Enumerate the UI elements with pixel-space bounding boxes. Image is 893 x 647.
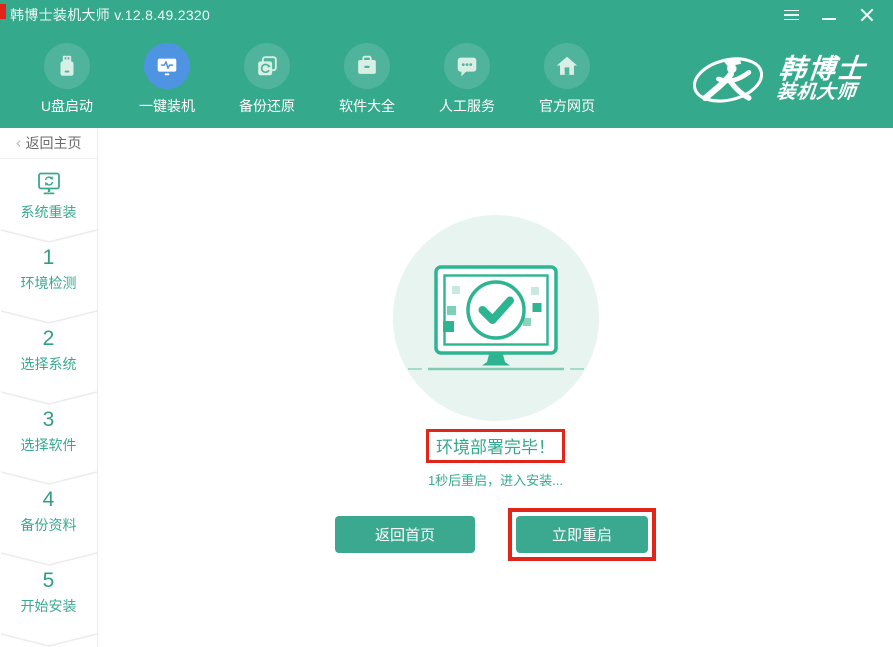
chat-bubble-icon — [444, 43, 490, 89]
header-nav: U盘启动 一键装机 备份还原 — [0, 30, 893, 128]
close-icon[interactable] — [857, 5, 877, 25]
minimize-icon[interactable] — [819, 5, 839, 25]
brand-logo: 韩博士 装机大师 — [690, 48, 865, 110]
nav-item-official-site[interactable]: 官方网页 — [517, 43, 617, 116]
usb-drive-icon — [44, 43, 90, 89]
nav-label: 备份还原 — [239, 96, 295, 116]
chevron-divider — [0, 228, 98, 243]
hanboshi-logo-mark — [690, 48, 766, 110]
countdown-message: 1秒后重启，进入安装... — [428, 470, 563, 489]
nav-item-backup-restore[interactable]: 备份还原 — [217, 43, 317, 116]
step-label: 选择软件 — [21, 435, 77, 455]
section-label: 系统重装 — [21, 202, 77, 222]
brand-subtitle: 装机大师 — [775, 83, 864, 103]
nav-label: U盘启动 — [41, 96, 93, 116]
red-corner-mark — [0, 4, 6, 19]
nav-label: 一键装机 — [139, 96, 195, 116]
chevron-divider — [0, 470, 98, 485]
nav-label: 人工服务 — [439, 96, 495, 116]
sidebar-section-system-reinstall: 系统重装 — [0, 159, 97, 228]
step-number: 5 — [43, 568, 55, 594]
action-buttons-row: 返回首页 立即重启 — [335, 508, 656, 561]
sidebar-step-4: 4 备份资料 — [0, 485, 97, 551]
step-number: 4 — [43, 487, 55, 513]
app-window: 韩博士装机大师 v.12.8.49.2320 U盘启动 — [0, 0, 893, 647]
sidebar: ‹ 返回主页 系统重装 1 环境检测 — [0, 128, 98, 647]
app-title: 韩博士装机大师 v.12.8.49.2320 — [0, 5, 210, 25]
step-number: 1 — [43, 245, 55, 271]
success-monitor-illustration — [393, 215, 599, 421]
status-message: 环境部署完毕！ — [436, 438, 555, 457]
step-label: 环境检测 — [21, 273, 77, 293]
menu-icon[interactable] — [781, 5, 801, 25]
monitor-refresh-icon — [34, 171, 64, 198]
nav-item-usb-boot[interactable]: U盘启动 — [17, 43, 117, 116]
titlebar: 韩博士装机大师 v.12.8.49.2320 — [0, 0, 893, 30]
sidebar-step-5: 5 开始安装 — [0, 566, 97, 632]
chevron-divider — [0, 551, 98, 566]
back-home-button[interactable]: 返回首页 — [335, 516, 475, 553]
chevron-divider — [0, 390, 98, 405]
sidebar-step-3: 3 选择软件 — [0, 405, 97, 471]
nav-item-one-click-install[interactable]: 一键装机 — [117, 43, 217, 116]
app-body: ‹ 返回主页 系统重装 1 环境检测 — [0, 128, 893, 647]
step-label: 备份资料 — [21, 515, 77, 535]
chevron-left-icon: ‹ — [16, 134, 22, 152]
brand-logo-text: 韩博士 装机大师 — [775, 55, 867, 103]
window-controls — [781, 5, 893, 25]
step-label: 开始安装 — [21, 596, 77, 616]
briefcase-icon — [344, 43, 390, 89]
monitor-pulse-icon — [144, 43, 190, 89]
step-number: 2 — [43, 326, 55, 352]
step-label: 选择系统 — [21, 354, 77, 374]
step-number: 3 — [43, 407, 55, 433]
home-icon — [544, 43, 590, 89]
back-label: 返回主页 — [26, 133, 82, 153]
back-to-home-link[interactable]: ‹ 返回主页 — [0, 128, 97, 159]
nav-label: 官方网页 — [539, 96, 595, 116]
backup-restore-icon — [244, 43, 290, 89]
nav-item-support[interactable]: 人工服务 — [417, 43, 517, 116]
restart-now-button[interactable]: 立即重启 — [516, 516, 648, 553]
brand-name: 韩博士 — [778, 55, 868, 83]
nav-label: 软件大全 — [339, 96, 395, 116]
main-content: 环境部署完毕！ 1秒后重启，进入安装... 返回首页 立即重启 — [98, 128, 893, 647]
chevron-divider — [0, 632, 98, 647]
annotation-box-restart: 立即重启 — [508, 508, 656, 561]
sidebar-step-2: 2 选择系统 — [0, 324, 97, 390]
sidebar-step-1: 1 环境检测 — [0, 243, 97, 309]
nav-item-software[interactable]: 软件大全 — [317, 43, 417, 116]
chevron-divider — [0, 309, 98, 324]
annotation-box-status: 环境部署完毕！ — [426, 429, 565, 463]
